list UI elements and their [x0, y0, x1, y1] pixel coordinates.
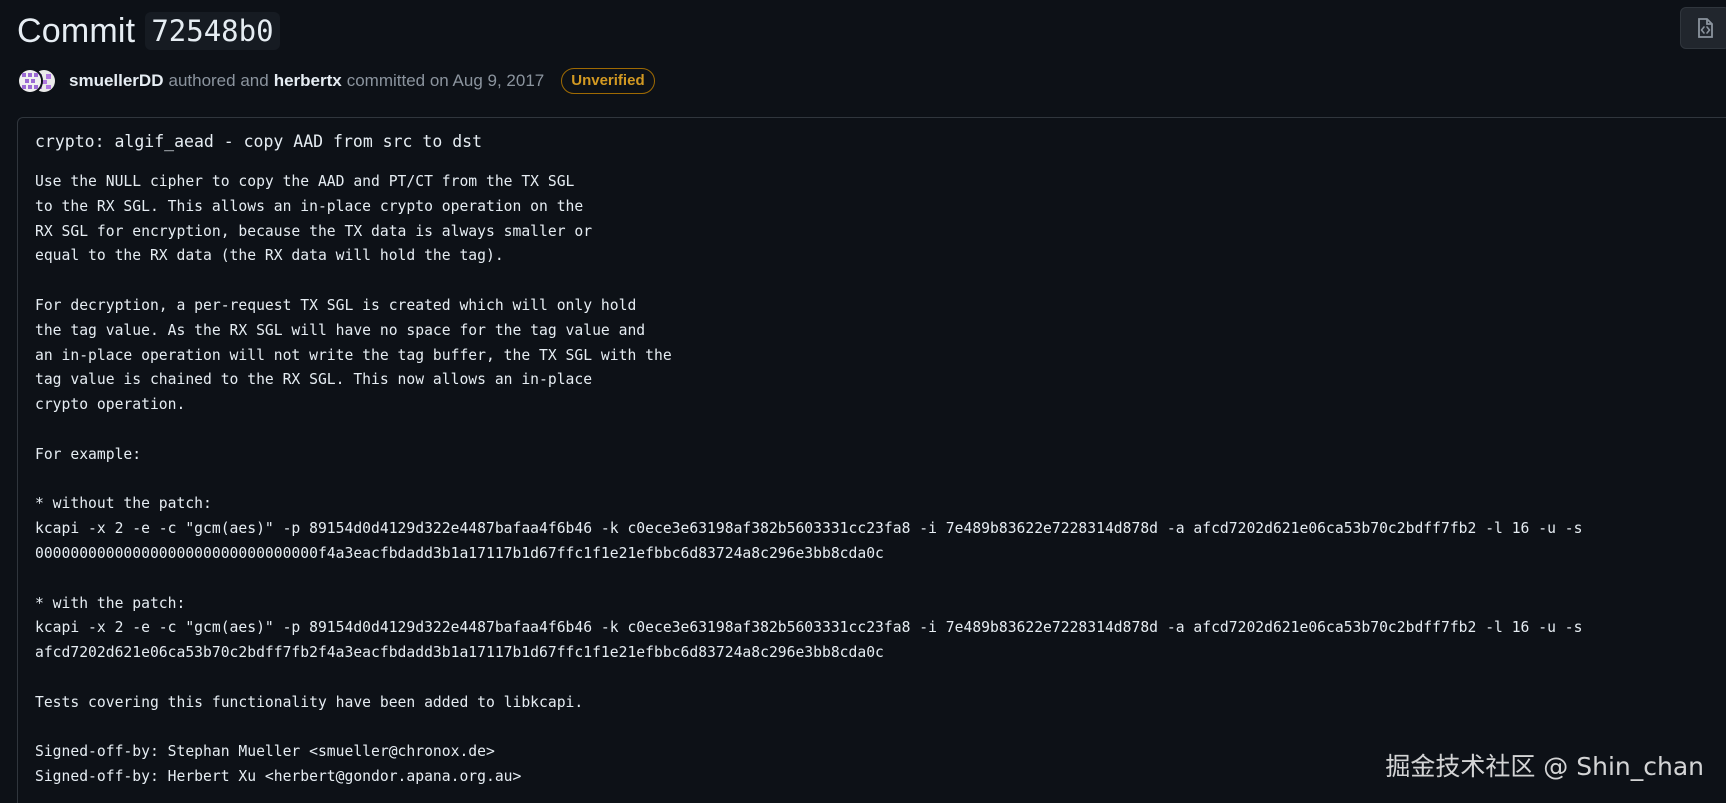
avatar-pattern-icon	[19, 70, 41, 92]
authored-text: authored and	[168, 71, 269, 90]
commit-page: Commit 72548b0 smuellerDD authored and h…	[0, 0, 1726, 803]
commit-title-row: Commit 72548b0	[17, 8, 280, 54]
author-link[interactable]: smuellerDD	[69, 71, 163, 91]
page-title: Commit	[17, 11, 136, 50]
unverified-badge[interactable]: Unverified	[561, 68, 655, 94]
browse-files-button[interactable]	[1680, 7, 1726, 49]
commit-message-box: crypto: algif_aead - copy AAD from src t…	[17, 117, 1726, 803]
avatar-group	[17, 66, 61, 96]
code-file-icon	[1698, 18, 1713, 38]
author-avatar[interactable]	[17, 68, 43, 94]
commit-message-title: crypto: algif_aead - copy AAD from src t…	[35, 132, 483, 151]
watermark-text: 掘金技术社区 @ Shin_chan	[1385, 752, 1704, 781]
commit-message-body: Use the NULL cipher to copy the AAD and …	[35, 173, 1583, 786]
commit-meta: smuellerDD authored and herbertx committ…	[17, 66, 655, 96]
committed-date: committed on Aug 9, 2017	[346, 71, 545, 90]
committer-link[interactable]: herbertx	[274, 71, 342, 91]
commit-sha[interactable]: 72548b0	[145, 12, 280, 50]
